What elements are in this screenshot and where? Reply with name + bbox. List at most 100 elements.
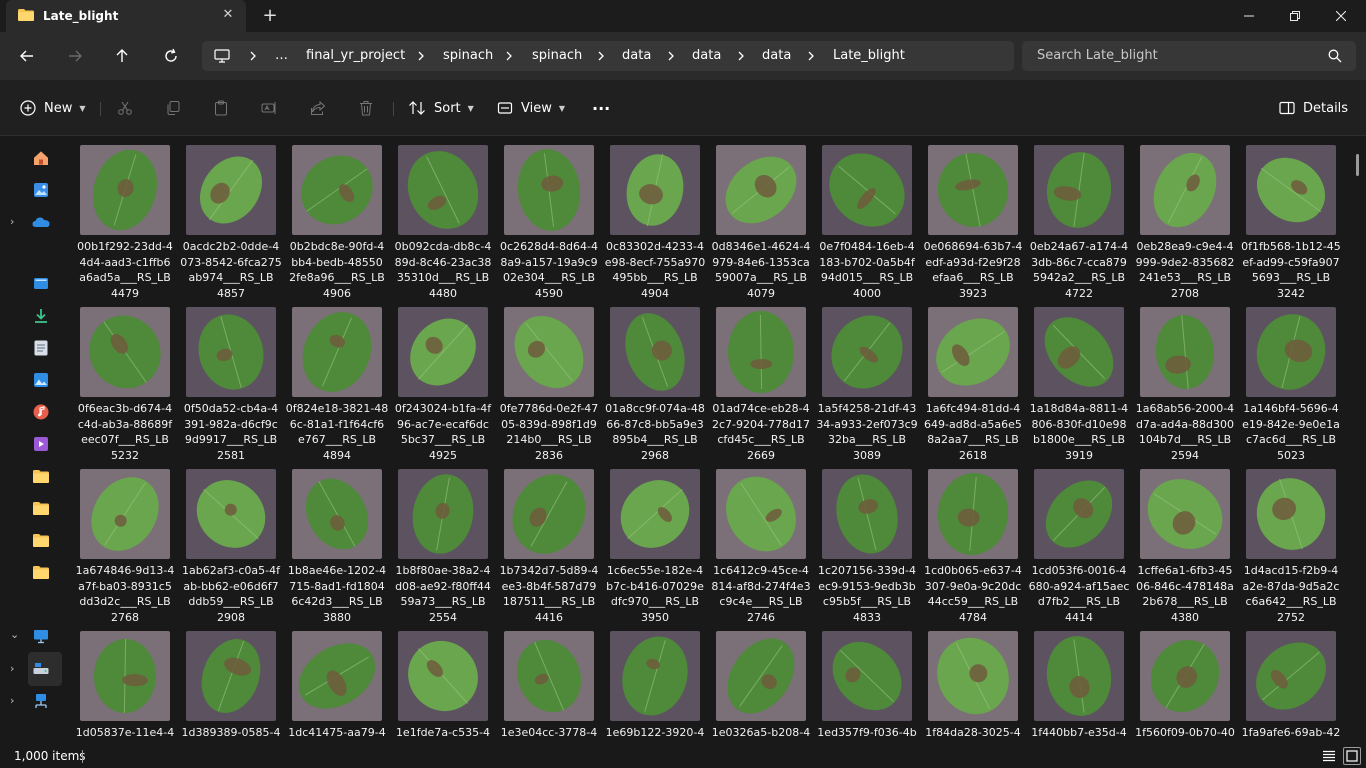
nav-documents[interactable] bbox=[30, 337, 52, 359]
file-item[interactable]: 1c207156-339d-4 ec9-9153-9edb3b c95b5f___R… bbox=[814, 461, 920, 624]
nav-network[interactable] bbox=[30, 690, 52, 712]
file-item[interactable]: 1b7342d7-5d89-4 ee3-8b4f-587d79 187511___R… bbox=[496, 461, 602, 624]
nav-local-disk[interactable] bbox=[30, 658, 52, 680]
file-item[interactable]: 1d05837e-11e4-4 bbox=[72, 623, 178, 744]
paste-button[interactable] bbox=[213, 96, 229, 120]
file-item[interactable]: 0b2bdc8e-90fd-4 bb4-bedb-48550 2fe8a96___R… bbox=[284, 137, 390, 300]
nav-gallery[interactable] bbox=[30, 179, 52, 201]
rename-button[interactable] bbox=[261, 96, 277, 120]
file-item[interactable]: 0f6eac3b-d674-4 c4d-ab3a-88689f eec07f___R… bbox=[72, 299, 178, 462]
close-window-button[interactable] bbox=[1318, 0, 1364, 32]
breadcrumb-final-yr-project[interactable]: final_yr_project bbox=[306, 48, 405, 63]
file-item[interactable]: 1fa9afe6-69ab-42 bbox=[1238, 623, 1344, 744]
file-item[interactable]: 0d8346e1-4624-4 979-84e6-1353ca 59007a___R… bbox=[708, 137, 814, 300]
up-button[interactable] bbox=[108, 42, 136, 70]
vertical-scrollbar[interactable] bbox=[1350, 136, 1366, 744]
breadcrumb-data-2[interactable]: data bbox=[692, 48, 721, 63]
file-item[interactable]: 0f824e18-3821-48 6c-81a1-f1f64cf6 e767___R… bbox=[284, 299, 390, 462]
file-item[interactable]: 1ed357f9-f036-4b bbox=[814, 623, 920, 744]
scrollbar-thumb[interactable] bbox=[1356, 154, 1359, 176]
file-item[interactable]: 1d4acd15-f2b9-4 a2e-87da-9d5a2c c6a642___R… bbox=[1238, 461, 1344, 624]
file-item[interactable]: 1d389389-0585-4 bbox=[178, 623, 284, 744]
file-item[interactable]: 0eb24a67-a174-4 3db-86c7-cca879 5942a2___R… bbox=[1026, 137, 1132, 300]
close-tab-button[interactable]: ✕ bbox=[220, 7, 236, 23]
more-options-button[interactable]: ··· bbox=[592, 96, 610, 120]
file-item[interactable]: 1e1fde7a-c535-4 bbox=[390, 623, 496, 744]
search-box[interactable]: Search Late_blight bbox=[1022, 41, 1356, 71]
maximize-button[interactable] bbox=[1272, 0, 1318, 32]
nav-desktop[interactable] bbox=[30, 273, 52, 295]
file-item[interactable]: 0f243024-b1fa-4f 96-ac7e-ecaf6dc 5bc37___R… bbox=[390, 299, 496, 462]
nav-folder-4[interactable] bbox=[30, 561, 52, 583]
details-button[interactable]: Details bbox=[1279, 96, 1348, 120]
file-item[interactable]: 1b8ae46e-1202-4 715-8ad1-fd1804 6c42d3___R… bbox=[284, 461, 390, 624]
file-item[interactable]: 1a6fc494-81dd-4 649-ad8d-a5a6e5 8a2aa7___R… bbox=[920, 299, 1026, 462]
nav-this-pc[interactable] bbox=[30, 625, 52, 647]
copy-button[interactable] bbox=[165, 96, 181, 120]
file-item[interactable]: 01a8cc9f-074a-48 66-87c8-bb5a9e3 895b4___R… bbox=[602, 299, 708, 462]
file-item[interactable]: 1cd053f6-0016-4 680-a924-af15aec d7fb2___R… bbox=[1026, 461, 1132, 624]
file-item[interactable]: 1e3e04cc-3778-4 bbox=[496, 623, 602, 744]
file-item[interactable]: 00b1f292-23dd-4 4d4-aad3-c1ffb6 a6ad5a___R… bbox=[72, 137, 178, 300]
nav-onedrive[interactable] bbox=[30, 211, 52, 233]
breadcrumb-data[interactable]: data bbox=[622, 48, 651, 63]
file-item[interactable]: 1a674846-9d13-4 a7f-ba03-8931c5 dd3d2c___R… bbox=[72, 461, 178, 624]
nav-videos[interactable] bbox=[30, 433, 52, 455]
refresh-button[interactable] bbox=[157, 42, 185, 70]
file-item[interactable]: 1a146bf4-5696-4 e19-842e-9e0e1a c7ac6d___R… bbox=[1238, 299, 1344, 462]
breadcrumb-overflow[interactable]: … bbox=[275, 48, 288, 63]
file-item[interactable]: 0c2628d4-8d64-4 8a9-a157-19a9c9 02e304___R… bbox=[496, 137, 602, 300]
nav-folder-3[interactable] bbox=[30, 529, 52, 551]
new-tab-button[interactable]: + bbox=[258, 6, 282, 26]
breadcrumb-spinach[interactable]: spinach bbox=[443, 48, 493, 63]
file-item[interactable]: 1f560f09-0b70-40 bbox=[1132, 623, 1238, 744]
file-item[interactable]: 1c6ec55e-182e-4 b7c-b416-07029e dfc970___R… bbox=[602, 461, 708, 624]
file-list-view[interactable]: 00b1f292-23dd-4 4d4-aad3-c1ffb6 a6ad5a___R… bbox=[64, 136, 1350, 744]
new-button[interactable]: New ▼ bbox=[20, 96, 86, 120]
expand-onedrive-chevron[interactable]: › bbox=[10, 215, 14, 228]
back-button[interactable] bbox=[13, 42, 41, 70]
file-item[interactable]: 1dc41475-aa79-4 bbox=[284, 623, 390, 744]
details-view-button[interactable] bbox=[1320, 747, 1338, 765]
file-item[interactable]: 1f84da28-3025-4 bbox=[920, 623, 1026, 744]
view-button[interactable]: View ▼ bbox=[497, 96, 565, 120]
breadcrumb-data-3[interactable]: data bbox=[762, 48, 791, 63]
file-item[interactable]: 1ab62af3-c0a5-4f ab-bb62-e06d6f7 ddb59___R… bbox=[178, 461, 284, 624]
file-item[interactable]: 0c83302d-4233-4 e98-8ecf-755a970 495bb___R… bbox=[602, 137, 708, 300]
tab-late-blight[interactable]: Late_blight ✕ bbox=[6, 0, 246, 32]
breadcrumb-spinach-2[interactable]: spinach bbox=[532, 48, 582, 63]
file-item[interactable]: 0e068694-63b7-4 edf-a93d-f2e9f28 efaa6___R… bbox=[920, 137, 1026, 300]
expand-disk-chevron[interactable]: › bbox=[10, 662, 14, 675]
file-item[interactable]: 0acdc2b2-0dde-4 073-8542-6fca275 ab974___R… bbox=[178, 137, 284, 300]
file-item[interactable]: 1cd0b065-e637-4 307-9e0a-9c20dc 44cc59___R… bbox=[920, 461, 1026, 624]
forward-button[interactable] bbox=[61, 42, 89, 70]
file-item[interactable]: 1c6412c9-45ce-4 814-af8d-274f4e3 c9c4e___R… bbox=[708, 461, 814, 624]
sort-button[interactable]: Sort ▼ bbox=[408, 96, 474, 120]
nav-home[interactable] bbox=[30, 147, 52, 169]
file-item[interactable]: 0eb28ea9-c9e4-4 999-9de2-835682 241e53___R… bbox=[1132, 137, 1238, 300]
file-item[interactable]: 01ad74ce-eb28-4 2c7-9204-778d17 cfd45c___R… bbox=[708, 299, 814, 462]
share-button[interactable] bbox=[310, 96, 326, 120]
nav-folder-1[interactable] bbox=[30, 465, 52, 487]
collapse-this-pc-chevron[interactable]: ⌄ bbox=[10, 628, 19, 641]
file-item[interactable]: 1a68ab56-2000-4 d7a-ad4a-88d300 104b7d___R… bbox=[1132, 299, 1238, 462]
nav-folder-2[interactable] bbox=[30, 497, 52, 519]
file-item[interactable]: 1a5f4258-21df-43 34-a933-2ef073c9 32ba___R… bbox=[814, 299, 920, 462]
cut-button[interactable] bbox=[117, 96, 133, 120]
nav-pictures[interactable] bbox=[30, 369, 52, 391]
file-item[interactable]: 0b092cda-db8c-4 89d-8c46-23ac38 35310d___R… bbox=[390, 137, 496, 300]
file-item[interactable]: 0fe7786d-0e2f-47 05-839d-898f1d9 214b0___R… bbox=[496, 299, 602, 462]
nav-music[interactable] bbox=[30, 401, 52, 423]
file-item[interactable]: 1a18d84a-8811-4 806-830f-d10e98 b1800e___R… bbox=[1026, 299, 1132, 462]
file-item[interactable]: 1cffe6a1-6fb3-45 06-846c-478148a 2b678___R… bbox=[1132, 461, 1238, 624]
file-item[interactable]: 1e0326a5-b208-4 bbox=[708, 623, 814, 744]
minimize-button[interactable] bbox=[1226, 0, 1272, 32]
nav-downloads[interactable] bbox=[30, 305, 52, 327]
address-bar[interactable]: … final_yr_project spinach spinach data … bbox=[202, 41, 1014, 71]
file-item[interactable]: 0f1fb568-1b12-45 ef-ad99-c59fa907 5693___R… bbox=[1238, 137, 1344, 300]
file-item[interactable]: 1e69b122-3920-4 bbox=[602, 623, 708, 744]
file-item[interactable]: 1f440bb7-e35d-4 bbox=[1026, 623, 1132, 744]
breadcrumb-late-blight[interactable]: Late_blight bbox=[833, 48, 905, 63]
file-item[interactable]: 0e7f0484-16eb-4 183-b702-0a5b4f 94d015___R… bbox=[814, 137, 920, 300]
delete-button[interactable] bbox=[358, 96, 374, 120]
